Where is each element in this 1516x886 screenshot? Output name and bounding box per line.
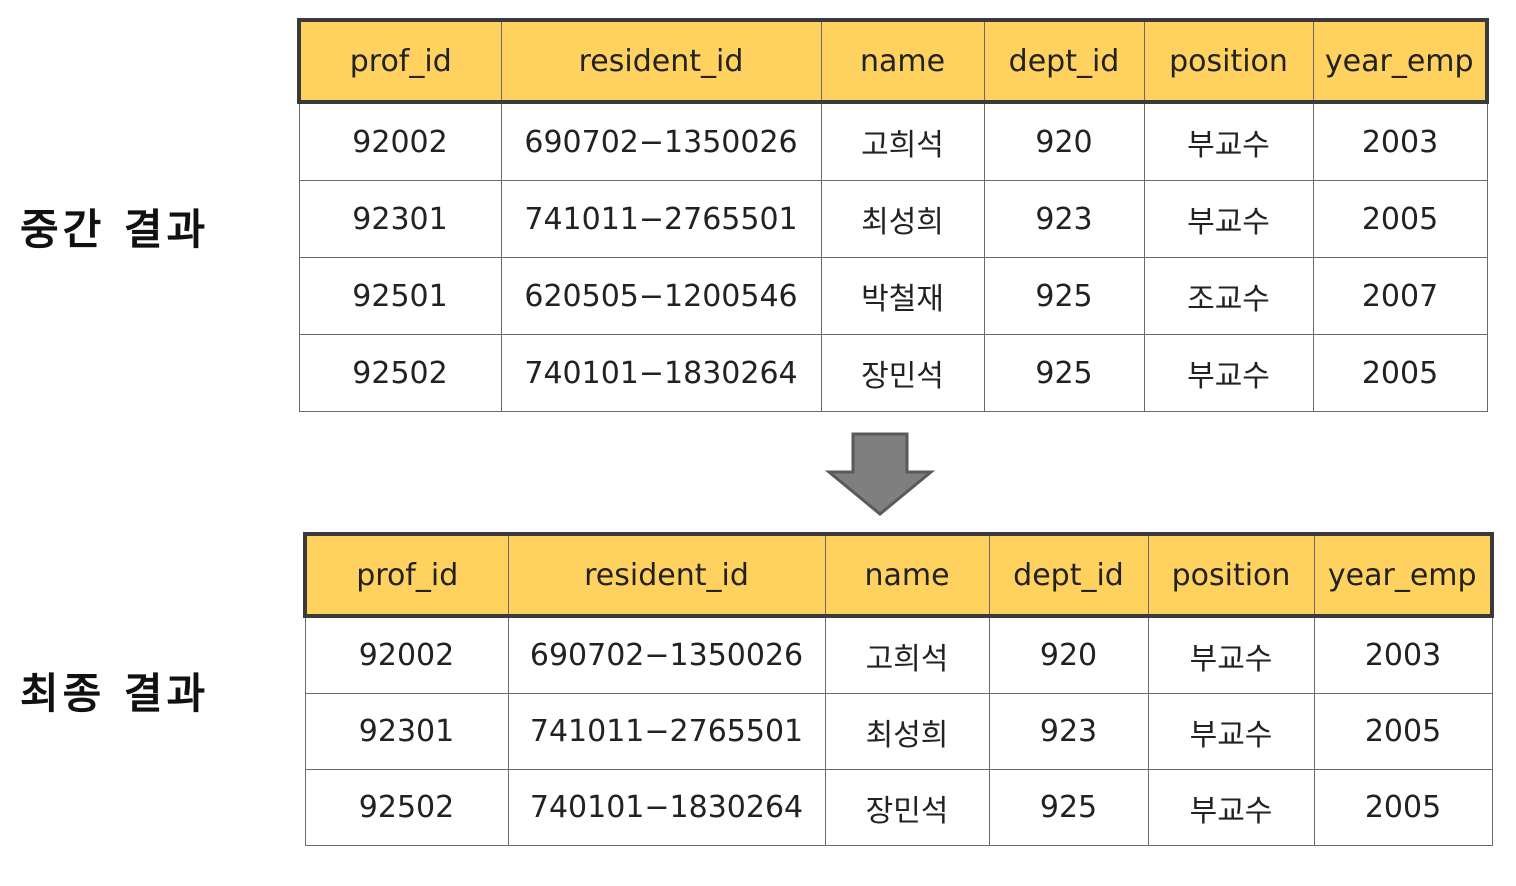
column-header-dept-id: dept_id — [983, 18, 1145, 104]
cell-resident-id: 741011−2765501 — [507, 693, 826, 770]
cell-prof-id: 92502 — [304, 769, 509, 846]
column-header-name: name — [820, 18, 985, 104]
cell-position: 부교수 — [1147, 693, 1315, 770]
cell-prof-id: 92002 — [304, 615, 509, 694]
cell-year-emp: 2005 — [1313, 693, 1493, 770]
cell-prof-id: 92502 — [298, 334, 502, 412]
cell-year-emp: 2005 — [1313, 769, 1493, 846]
cell-prof-id: 92301 — [304, 693, 509, 770]
cell-name: 장민석 — [820, 334, 985, 412]
cell-name: 최성희 — [824, 693, 990, 770]
cell-year-emp: 2005 — [1312, 180, 1488, 258]
column-header-prof-id: prof_id — [303, 532, 509, 618]
cell-name: 장민석 — [824, 769, 990, 846]
cell-year-emp: 2005 — [1312, 334, 1488, 412]
column-header-year-emp: year_emp — [1313, 532, 1494, 618]
table-row: 92002 690702−1350026 고희석 920 부교수 2003 — [298, 101, 1488, 181]
column-header-resident-id: resident_id — [507, 532, 826, 618]
down-arrow-shape — [825, 432, 935, 516]
cell-resident-id: 620505−1200546 — [500, 257, 822, 335]
table-header-row: prof_id resident_id name dept_id positio… — [297, 18, 1489, 104]
cell-year-emp: 2003 — [1312, 101, 1488, 181]
final-result-label: 최종 결과 — [20, 669, 210, 718]
cell-resident-id: 740101−1830264 — [500, 334, 822, 412]
intermediate-result-table: prof_id resident_id name dept_id positio… — [297, 18, 1489, 412]
cell-prof-id: 92301 — [298, 180, 502, 258]
table-row: 92002 690702−1350026 고희석 920 부교수 2003 — [304, 615, 1493, 694]
cell-name: 고희석 — [820, 101, 985, 181]
cell-resident-id: 690702−1350026 — [500, 101, 822, 181]
cell-prof-id: 92002 — [298, 101, 502, 181]
cell-position: 부교수 — [1143, 101, 1314, 181]
cell-dept-id: 925 — [988, 769, 1149, 846]
cell-position: 부교수 — [1143, 180, 1314, 258]
cell-prof-id: 92501 — [298, 257, 502, 335]
table-header-row: prof_id resident_id name dept_id positio… — [303, 532, 1494, 618]
cell-resident-id: 740101−1830264 — [507, 769, 826, 846]
table-row: 92502 740101−1830264 장민석 925 부교수 2005 — [298, 334, 1488, 412]
cell-year-emp: 2003 — [1313, 615, 1493, 694]
table-row: 92301 741011−2765501 최성희 923 부교수 2005 — [298, 180, 1488, 258]
column-header-year-emp: year_emp — [1312, 18, 1489, 104]
cell-dept-id: 920 — [983, 101, 1145, 181]
down-arrow-icon — [825, 432, 935, 516]
table-row: 92501 620505−1200546 박철재 925 조교수 2007 — [298, 257, 1488, 335]
cell-name: 박철재 — [820, 257, 985, 335]
table-row: 92301 741011−2765501 최성희 923 부교수 2005 — [304, 693, 1493, 770]
column-header-position: position — [1143, 18, 1314, 104]
column-header-position: position — [1147, 532, 1315, 618]
cell-name: 고희석 — [824, 615, 990, 694]
cell-year-emp: 2007 — [1312, 257, 1488, 335]
cell-dept-id: 923 — [988, 693, 1149, 770]
final-result-table: prof_id resident_id name dept_id positio… — [303, 532, 1494, 846]
cell-name: 최성희 — [820, 180, 985, 258]
cell-resident-id: 741011−2765501 — [500, 180, 822, 258]
cell-dept-id: 920 — [988, 615, 1149, 694]
cell-dept-id: 923 — [983, 180, 1145, 258]
intermediate-result-label: 중간 결과 — [20, 205, 210, 254]
cell-dept-id: 925 — [983, 257, 1145, 335]
cell-resident-id: 690702−1350026 — [507, 615, 826, 694]
column-header-name: name — [824, 532, 990, 618]
column-header-resident-id: resident_id — [500, 18, 822, 104]
table-row: 92502 740101−1830264 장민석 925 부교수 2005 — [304, 769, 1493, 846]
cell-position: 부교수 — [1143, 334, 1314, 412]
cell-position: 조교수 — [1143, 257, 1314, 335]
cell-dept-id: 925 — [983, 334, 1145, 412]
column-header-dept-id: dept_id — [988, 532, 1149, 618]
cell-position: 부교수 — [1147, 769, 1315, 846]
cell-position: 부교수 — [1147, 615, 1315, 694]
column-header-prof-id: prof_id — [297, 18, 502, 104]
